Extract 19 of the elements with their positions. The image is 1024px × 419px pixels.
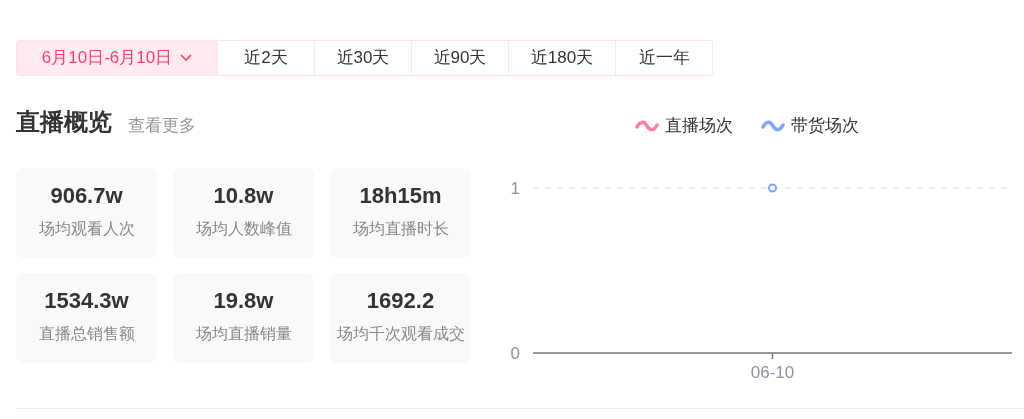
stat-label: 场均直播时长 [351,219,450,239]
date-range-tab[interactable]: 近一年 [615,41,712,75]
section-title: 直播概览 [16,107,112,137]
stat-value: 10.8w [213,182,274,210]
stat-label: 场均观看人次 [37,219,136,239]
stat-label: 场均千次观看成交 [335,324,466,344]
stat-value: 1534.3w [44,287,129,315]
stat-label: 场均直播销量 [194,324,293,344]
stat-value: 19.8w [213,287,274,315]
stat-label: 场均人数峰值 [194,219,293,239]
legend-label[interactable]: 直播场次 [665,113,733,139]
y-tick-label: 1 [510,179,520,198]
legend-label[interactable]: 带货场次 [791,113,859,139]
y-tick-label: 0 [510,344,520,363]
stat-value: 18h15m [359,182,442,210]
stat-label: 直播总销售额 [37,324,136,344]
stat-value: 1692.2 [366,287,435,315]
x-tick-label: 06-10 [750,363,795,382]
stat-value: 906.7w [50,182,123,210]
